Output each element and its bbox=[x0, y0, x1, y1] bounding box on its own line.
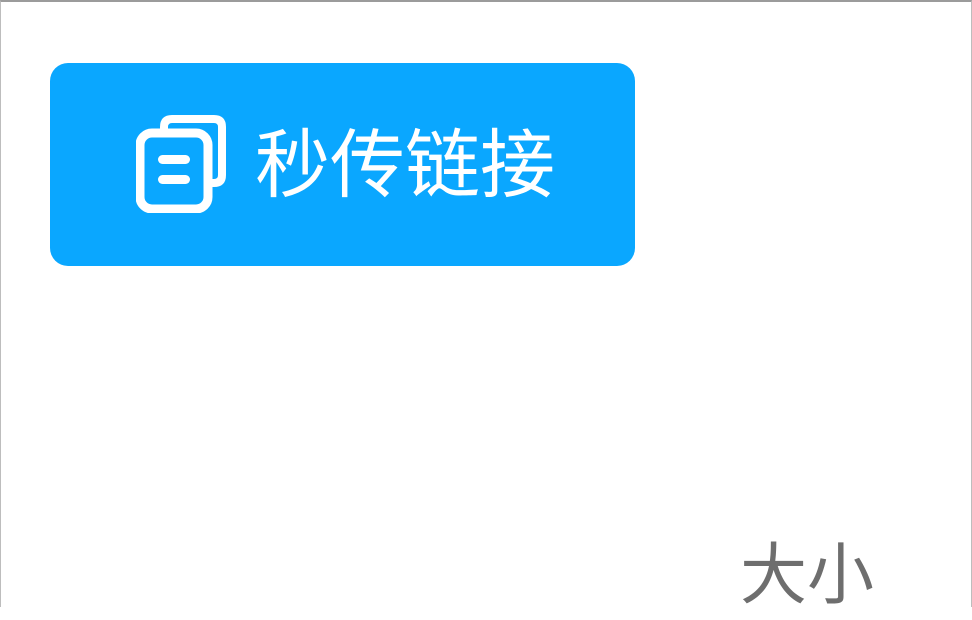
copy-icon bbox=[135, 113, 228, 214]
rapid-link-label: 秒传链接 bbox=[255, 121, 556, 209]
rapid-link-button[interactable]: 秒传链接 bbox=[50, 63, 635, 266]
